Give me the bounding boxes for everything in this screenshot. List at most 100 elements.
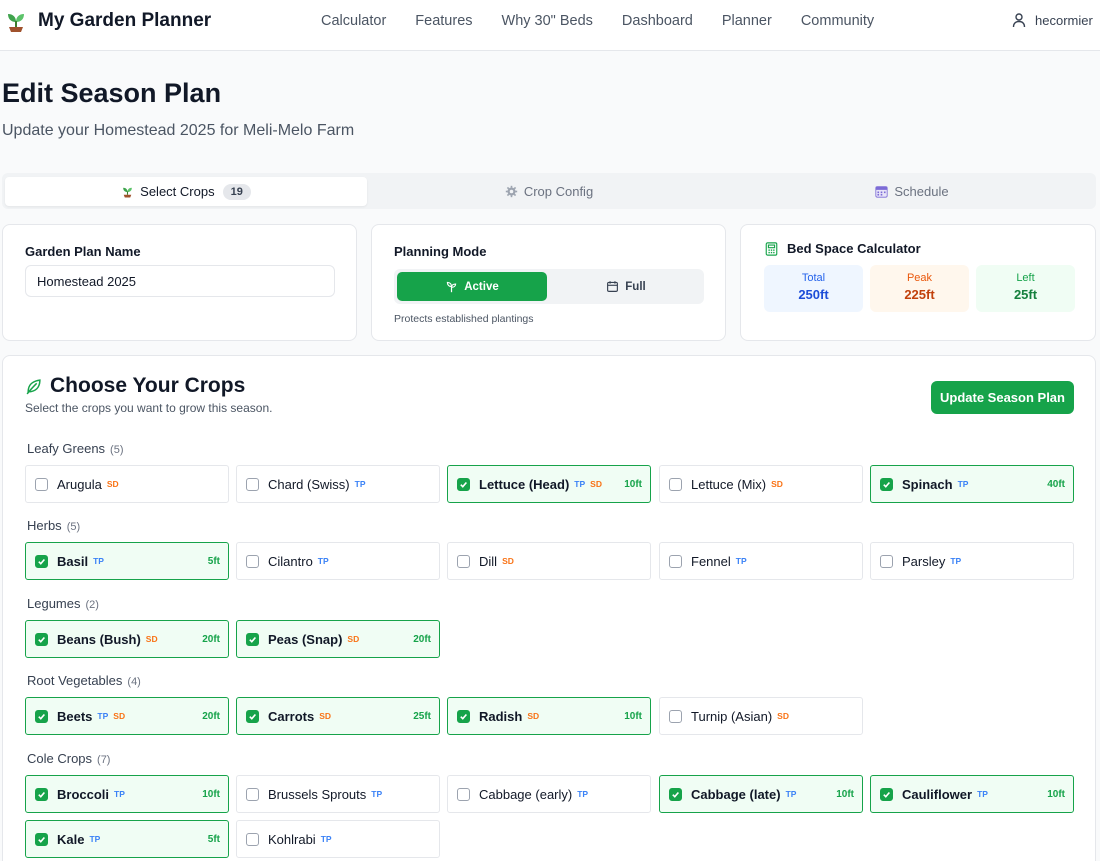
checkbox-checked[interactable] bbox=[35, 709, 48, 723]
sprout-icon bbox=[447, 281, 457, 293]
planning-mode-toggle: Active Full bbox=[394, 269, 704, 304]
checkbox-checked[interactable] bbox=[880, 787, 893, 801]
category-count: (2) bbox=[85, 599, 99, 611]
checkbox-unchecked[interactable] bbox=[246, 477, 259, 491]
crop-option-beans-bush[interactable]: Beans (Bush) SD 20ft bbox=[25, 620, 229, 658]
crop-option-broccoli[interactable]: Broccoli TP 10ft bbox=[25, 775, 229, 813]
nav-planner[interactable]: Planner bbox=[722, 13, 772, 29]
checkbox-checked[interactable] bbox=[35, 632, 48, 646]
direct-seed-tag: SD bbox=[319, 711, 332, 721]
checkbox-checked[interactable] bbox=[35, 554, 48, 568]
crop-option-cilantro[interactable]: Cilantro TP bbox=[236, 542, 440, 580]
crop-option-dill[interactable]: Dill SD bbox=[447, 542, 651, 580]
gear-icon bbox=[505, 185, 517, 198]
user-menu[interactable]: hecormier bbox=[1011, 12, 1093, 28]
nav-features[interactable]: Features bbox=[415, 13, 472, 29]
crop-option-carrots[interactable]: Carrots SD 25ft bbox=[236, 697, 440, 735]
tab-schedule[interactable]: Schedule bbox=[731, 177, 1093, 206]
nav-why-30-beds[interactable]: Why 30" Beds bbox=[502, 13, 593, 29]
crop-option-radish[interactable]: Radish SD 10ft bbox=[447, 697, 651, 735]
checkbox-unchecked[interactable] bbox=[246, 832, 259, 846]
crop-name: Fennel bbox=[691, 553, 731, 569]
page-subtitle: Update your Homestead 2025 for Meli-Melo… bbox=[2, 122, 355, 139]
checkbox-checked[interactable] bbox=[457, 477, 470, 491]
checkbox-unchecked[interactable] bbox=[880, 554, 893, 568]
crop-name: Beets bbox=[57, 708, 93, 724]
mode-active-button[interactable]: Active bbox=[397, 272, 547, 301]
crop-option-fennel[interactable]: Fennel TP bbox=[659, 542, 863, 580]
calculator-icon bbox=[765, 241, 778, 256]
mode-full-label: Full bbox=[625, 280, 646, 293]
crop-option-cauliflower[interactable]: Cauliflower TP 10ft bbox=[870, 775, 1074, 813]
crop-bed-space: 10ft bbox=[836, 788, 854, 800]
nav-community[interactable]: Community bbox=[801, 13, 874, 29]
tab-crop-config[interactable]: Crop Config bbox=[368, 177, 730, 206]
checkbox-unchecked[interactable] bbox=[669, 554, 682, 568]
direct-seed-tag: SD bbox=[590, 479, 602, 489]
crop-option-parsley[interactable]: Parsley TP bbox=[870, 542, 1074, 580]
crop-option-kale[interactable]: Kale TP 5ft bbox=[25, 820, 229, 858]
tab-bar: Select Crops 19 Crop Config Schedule bbox=[2, 173, 1096, 209]
checkbox-unchecked[interactable] bbox=[246, 554, 259, 568]
crop-name: Arugula bbox=[57, 476, 102, 492]
crop-option-spinach[interactable]: Spinach TP 40ft bbox=[870, 465, 1074, 503]
nav-calculator[interactable]: Calculator bbox=[321, 13, 386, 29]
checkbox-checked[interactable] bbox=[35, 832, 48, 846]
checkbox-checked[interactable] bbox=[246, 632, 259, 646]
direct-seed-tag: SD bbox=[347, 634, 360, 644]
stat-left-label: Left bbox=[1016, 272, 1035, 284]
choose-crops-title: Choose Your Crops bbox=[25, 374, 245, 398]
checkbox-unchecked[interactable] bbox=[669, 477, 682, 491]
crop-bed-space: 10ft bbox=[1047, 788, 1065, 800]
checkbox-checked[interactable] bbox=[457, 709, 470, 723]
checkbox-unchecked[interactable] bbox=[246, 787, 259, 801]
seedling-logo-icon bbox=[8, 14, 24, 32]
crop-option-basil[interactable]: Basil TP 5ft bbox=[25, 542, 229, 580]
checkbox-checked[interactable] bbox=[669, 787, 682, 801]
crop-option-cabbage-early[interactable]: Cabbage (early) TP bbox=[447, 775, 651, 813]
transplant-tag: TP bbox=[950, 556, 962, 566]
crop-option-arugula[interactable]: Arugula SD bbox=[25, 465, 229, 503]
checkbox-checked[interactable] bbox=[880, 477, 893, 491]
crop-option-beets[interactable]: Beets TP SD 20ft bbox=[25, 697, 229, 735]
calendar-icon bbox=[607, 281, 619, 292]
crop-option-kohlrabi[interactable]: Kohlrabi TP bbox=[236, 820, 440, 858]
crop-name: Radish bbox=[479, 708, 523, 724]
seedling-icon bbox=[123, 187, 132, 198]
category-label-legumes: Legumes (2) bbox=[27, 596, 99, 611]
transplant-tag: TP bbox=[371, 789, 383, 799]
crop-option-cabbage-late[interactable]: Cabbage (late) TP 10ft bbox=[659, 775, 863, 813]
choose-crops-heading: Choose Your Crops bbox=[50, 374, 246, 397]
crop-option-lettuce-head[interactable]: Lettuce (Head) TP SD 10ft bbox=[447, 465, 651, 503]
crop-option-turnip-asian[interactable]: Turnip (Asian) SD bbox=[659, 697, 863, 735]
crop-option-peas-snap[interactable]: Peas (Snap) SD 20ft bbox=[236, 620, 440, 658]
mode-full-button[interactable]: Full bbox=[551, 272, 701, 301]
checkbox-checked[interactable] bbox=[246, 709, 259, 723]
brand[interactable]: My Garden Planner bbox=[4, 9, 211, 33]
tab-select-crops[interactable]: Select Crops 19 bbox=[5, 177, 367, 206]
transplant-tag: TP bbox=[574, 479, 586, 489]
crop-name: Dill bbox=[479, 553, 498, 569]
crop-name: Kohlrabi bbox=[268, 831, 316, 847]
direct-seed-tag: SD bbox=[145, 634, 158, 644]
checkbox-unchecked[interactable] bbox=[457, 554, 470, 568]
crop-option-brussels-sprouts[interactable]: Brussels Sprouts TP bbox=[236, 775, 440, 813]
plan-name-input[interactable] bbox=[25, 265, 335, 297]
transplant-tag: TP bbox=[320, 834, 332, 844]
checkbox-checked[interactable] bbox=[35, 787, 48, 801]
crop-option-chard-swiss[interactable]: Chard (Swiss) TP bbox=[236, 465, 440, 503]
top-navbar: My Garden Planner Calculator Features Wh… bbox=[0, 0, 1100, 51]
crop-bed-space: 10ft bbox=[202, 788, 220, 800]
nav-dashboard[interactable]: Dashboard bbox=[622, 13, 693, 29]
checkbox-unchecked[interactable] bbox=[35, 477, 48, 491]
direct-seed-tag: SD bbox=[113, 711, 126, 721]
choose-crops-subtitle: Select the crops you want to grow this s… bbox=[25, 401, 273, 415]
transplant-tag: TP bbox=[577, 789, 589, 799]
crop-option-lettuce-mix[interactable]: Lettuce (Mix) SD bbox=[659, 465, 863, 503]
update-season-plan-button[interactable]: Update Season Plan bbox=[931, 381, 1074, 414]
checkbox-unchecked[interactable] bbox=[669, 709, 682, 723]
crop-bed-space: 25ft bbox=[413, 710, 431, 722]
checkbox-unchecked[interactable] bbox=[457, 787, 470, 801]
bed-space-title: Bed Space Calculator bbox=[765, 241, 921, 256]
crop-name: Broccoli bbox=[57, 786, 110, 802]
